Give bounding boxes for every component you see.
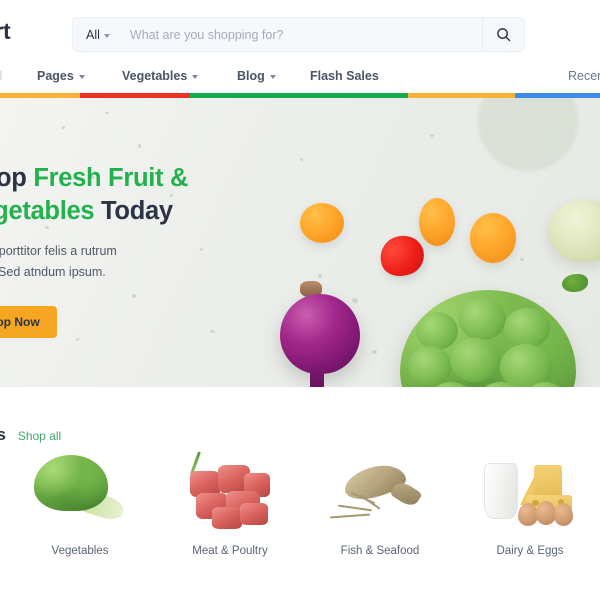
- search-category-label: All: [86, 27, 100, 42]
- categories-grid: Vegetables Meat & Poultry Fish & Seafood…: [0, 449, 600, 557]
- nav-item-blog[interactable]: Blog: [237, 69, 276, 83]
- nav-item-label: Vegetables: [122, 69, 188, 83]
- hero-subtitle: quam porttitor felis a rutrum ugiat. Sed…: [0, 241, 264, 282]
- category-card-fish-seafood[interactable]: Fish & Seafood: [310, 449, 450, 557]
- produce-tomato-3: [470, 213, 516, 263]
- hero-subtitle-line2: ugiat. Sed atndum ipsum.: [0, 264, 106, 279]
- search-input[interactable]: [120, 18, 482, 51]
- nav-item-vegetables[interactable]: Vegetables: [122, 69, 199, 83]
- hero-title-accent2: Vegetables: [0, 196, 95, 225]
- produce-cabbage: [548, 200, 600, 262]
- hero-title: Shop Fresh Fruit & Vegetables Today: [0, 162, 264, 227]
- shop-now-button[interactable]: Shop Now: [0, 305, 57, 338]
- hero-title-part1: Shop: [0, 164, 27, 192]
- hero-banner: Shop Fresh Fruit & Vegetables Today quam…: [0, 98, 600, 387]
- chevron-down-icon: [192, 74, 199, 79]
- category-label: Meat & Poultry: [192, 545, 268, 557]
- categories-header: gories Shop all: [0, 425, 61, 445]
- meat-icon: [174, 449, 286, 535]
- nav-item-label: Pages: [37, 69, 74, 83]
- nav-item-flash-sales[interactable]: Flash Sales: [310, 69, 379, 83]
- category-card-meat-poultry[interactable]: Meat & Poultry: [160, 449, 300, 557]
- produce-broccoli: [400, 290, 576, 387]
- search-bar: All: [72, 17, 525, 52]
- produce-onion-root: [310, 366, 324, 387]
- categories-section: gories Shop all Vegetables: [0, 387, 600, 589]
- category-label: Dairy & Eggs: [496, 545, 564, 557]
- dairy-icon: [474, 449, 586, 535]
- nav-item-pages[interactable]: Pages: [37, 69, 85, 83]
- hero-title-accent1: Fresh Fruit &: [33, 164, 189, 192]
- chevron-down-icon: [103, 33, 110, 38]
- chevron-down-icon: [269, 74, 276, 79]
- category-label: Vegetables: [51, 545, 109, 557]
- category-label: Fish & Seafood: [340, 545, 420, 557]
- broccoli-icon: [24, 449, 136, 535]
- shrimp-icon: [324, 449, 436, 535]
- produce-tomato-1: [300, 203, 344, 243]
- nav-item-recently-viewed[interactable]: Recen: [568, 69, 600, 83]
- category-card-dairy-eggs[interactable]: Dairy & Eggs: [460, 449, 600, 557]
- produce-parsley: [562, 274, 588, 292]
- hero-subtitle-line1: quam porttitor felis a rutrum: [0, 244, 117, 259]
- site-logo[interactable]: mart: [0, 18, 11, 45]
- nav-left-clipped-item[interactable]: [0, 70, 2, 80]
- hero-text-block: Shop Fresh Fruit & Vegetables Today quam…: [0, 162, 264, 338]
- categories-title: gories: [0, 425, 6, 444]
- produce-tomato-2: [419, 198, 455, 246]
- hero-title-part2: Today: [94, 196, 173, 225]
- shop-all-link[interactable]: Shop all: [18, 429, 61, 443]
- search-icon: [497, 28, 511, 42]
- search-button[interactable]: [482, 18, 524, 51]
- storefront-page: mart All Pages Vegetables: [0, 0, 600, 589]
- main-nav: Pages Vegetables Blog Flash Sales Recen: [0, 58, 600, 93]
- produce-strawberry: [374, 229, 430, 283]
- search-category-dropdown[interactable]: All: [73, 28, 121, 42]
- nav-item-label: Flash Sales: [310, 69, 379, 83]
- category-card-vegetables[interactable]: Vegetables: [10, 449, 150, 557]
- produce-onion: [280, 294, 360, 374]
- chevron-down-icon: [78, 74, 85, 79]
- nav-item-label: Blog: [237, 69, 265, 83]
- site-header: mart All: [0, 0, 600, 58]
